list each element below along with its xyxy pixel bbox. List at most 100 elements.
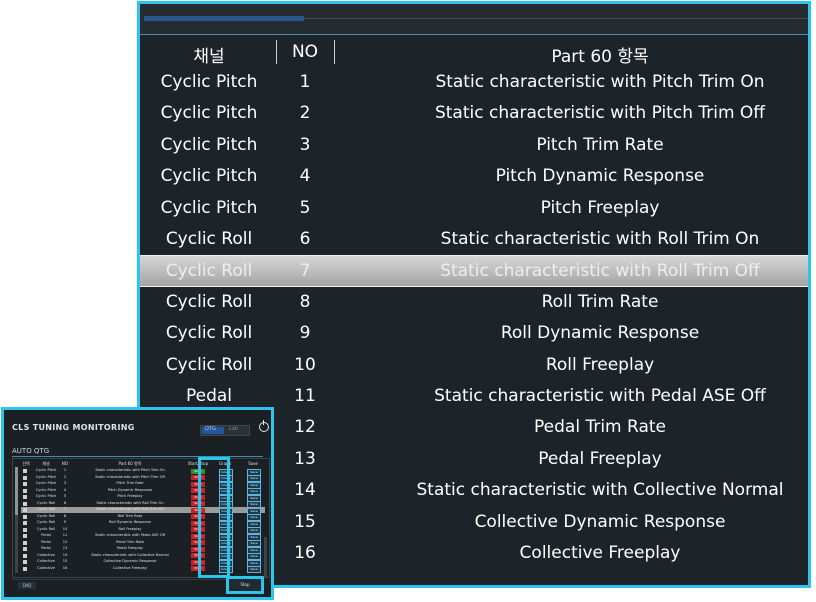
row-no: 16 xyxy=(62,565,68,570)
row-item: Roll Trim Rate xyxy=(117,513,143,518)
row-channel: Cyclic Roll xyxy=(36,513,56,518)
row-item: Pitch Dynamic Response xyxy=(495,166,705,187)
header-save: Save xyxy=(248,461,258,466)
row-channel: Cyclic Pitch xyxy=(160,197,258,218)
daq-button[interactable]: DAQ xyxy=(18,582,36,589)
row-checkbox[interactable] xyxy=(23,475,27,480)
row-channel: Cyclic Roll xyxy=(165,261,253,282)
row-checkbox[interactable] xyxy=(23,553,27,558)
row-no: 1 xyxy=(63,468,67,472)
row-no: 11 xyxy=(294,386,316,406)
row-item: Static characteristic with Roll Trim Off xyxy=(96,507,164,511)
table-row[interactable]: Cyclic Roll 8 Roll Trim Rate xyxy=(140,287,808,317)
header-no: NO xyxy=(61,461,69,466)
row-item: Collective Freeplay xyxy=(519,543,681,563)
header-channel: 채널 xyxy=(42,461,50,466)
row-item: Pedal Freeplay xyxy=(538,448,662,469)
row-no: 12 xyxy=(294,417,316,438)
table-row[interactable]: Cyclic Pitch 2 Static characteristic with … xyxy=(140,98,808,128)
table-row[interactable]: Cyclic Roll 7 Static characteristic with R… xyxy=(140,255,808,288)
header-select: 선택 xyxy=(22,461,30,466)
row-channel: Pedal xyxy=(185,386,233,406)
row-checkbox[interactable] xyxy=(23,560,27,564)
row-channel: Pedal xyxy=(41,539,51,544)
row-channel: Cyclic Pitch xyxy=(35,474,57,479)
row-channel: Collective xyxy=(37,565,55,570)
row-checkbox[interactable] xyxy=(23,527,27,532)
row-checkbox[interactable] xyxy=(23,540,27,545)
row-no: 5 xyxy=(299,197,311,218)
save-button[interactable]: Save xyxy=(247,566,261,573)
row-channel: Pedal xyxy=(41,533,51,537)
row-no: 12 xyxy=(62,539,68,544)
header-channel: 채널 xyxy=(193,47,225,67)
row-item: Roll Freeplay xyxy=(118,526,142,531)
row-item: Static characteristic with Collective No… xyxy=(416,480,784,501)
row-checkbox[interactable] xyxy=(23,495,27,499)
row-no: 14 xyxy=(294,480,316,501)
stop-button[interactable]: Stop xyxy=(226,576,264,594)
table-row[interactable]: Cyclic Roll 10 Roll Freeplay xyxy=(140,350,808,380)
row-checkbox[interactable] xyxy=(23,521,27,525)
row-item: Static characteristic with Collective No… xyxy=(91,552,169,557)
row-no: 13 xyxy=(62,546,68,550)
row-channel: Cyclic Pitch xyxy=(160,134,258,155)
row-item: Static characteristic with Pitch Trim Of… xyxy=(434,103,766,124)
row-no: 8 xyxy=(299,291,311,312)
row-item: Collective Dynamic Response xyxy=(474,511,726,532)
row-checkbox[interactable] xyxy=(23,534,27,538)
row-no: 9 xyxy=(299,323,311,344)
row-checkbox[interactable] xyxy=(23,501,27,506)
row-channel: Cyclic Pitch xyxy=(35,487,57,492)
row-item: Static characteristic with Pitch Trim On xyxy=(95,468,165,472)
row-item: Pitch Freeplay xyxy=(117,494,143,498)
qtg-table: 선택 채널 NO Part 60 항목 Start/Stop Graph Sav… xyxy=(12,458,270,578)
row-checkbox[interactable] xyxy=(23,566,27,571)
row-no: 11 xyxy=(62,533,68,537)
mode-toggle[interactable]: QTG Lab xyxy=(200,425,250,436)
table-row[interactable]: Cyclic Roll 9 Roll Dynamic Response xyxy=(140,318,808,348)
table-row[interactable]: Cyclic Pitch 4 Pitch Dynamic Response xyxy=(140,161,808,191)
table-row[interactable]: Cyclic Pitch 5 Pitch Freeplay xyxy=(140,193,808,223)
row-no: 1 xyxy=(299,72,311,92)
row-no: 16 xyxy=(294,543,316,563)
section-title: AUTO QTG xyxy=(12,447,50,455)
row-no: 15 xyxy=(294,511,316,532)
row-no: 7 xyxy=(63,507,67,511)
row-item: Pedal Trim Rate xyxy=(116,539,144,544)
row-channel: Cyclic Roll xyxy=(36,507,56,511)
row-channel: Cyclic Roll xyxy=(165,323,253,344)
toggle-on-label: QTG xyxy=(205,426,216,432)
row-checkbox[interactable] xyxy=(23,482,27,486)
row-item: Pitch Freeplay xyxy=(540,197,660,218)
row-no: 9 xyxy=(63,520,67,524)
row-checkbox[interactable] xyxy=(23,469,27,473)
row-no: 14 xyxy=(62,552,68,557)
power-icon[interactable] xyxy=(259,420,269,432)
row-item: Static characteristic with Roll Trim On xyxy=(440,229,760,249)
row-checkbox[interactable] xyxy=(23,547,27,551)
row-item: Pedal Freeplay xyxy=(116,546,144,550)
row-item: Roll Dynamic Response xyxy=(500,323,700,344)
scroll-thumb[interactable] xyxy=(15,467,18,515)
row-no: 6 xyxy=(299,229,311,249)
row-checkbox[interactable] xyxy=(23,514,27,519)
row-item: Static characteristic with Roll Trim On xyxy=(96,500,164,505)
row-no: 15 xyxy=(62,559,68,563)
row-channel: Cyclic Pitch xyxy=(160,72,258,92)
scrollbar[interactable] xyxy=(15,467,18,573)
row-no: 13 xyxy=(294,448,316,469)
row-no: 10 xyxy=(62,526,68,531)
row-no: 4 xyxy=(63,487,67,492)
row-no: 7 xyxy=(299,261,311,282)
row-no: 8 xyxy=(63,513,67,518)
row-checkbox[interactable] xyxy=(23,508,27,512)
row-channel: Cyclic Roll xyxy=(165,354,253,375)
table-row[interactable]: Cyclic Roll 6 Static characteristic with R… xyxy=(140,224,808,254)
table-row[interactable]: Cyclic Pitch 1 Static characteristic with … xyxy=(140,67,808,97)
progress-track xyxy=(304,18,808,19)
row-channel: Cyclic Roll xyxy=(36,500,56,505)
table-row[interactable]: Cyclic Pitch 3 Pitch Trim Rate xyxy=(140,130,808,160)
row-checkbox[interactable] xyxy=(23,488,27,493)
row-item: Static characteristic with Pitch Trim On xyxy=(435,72,765,92)
